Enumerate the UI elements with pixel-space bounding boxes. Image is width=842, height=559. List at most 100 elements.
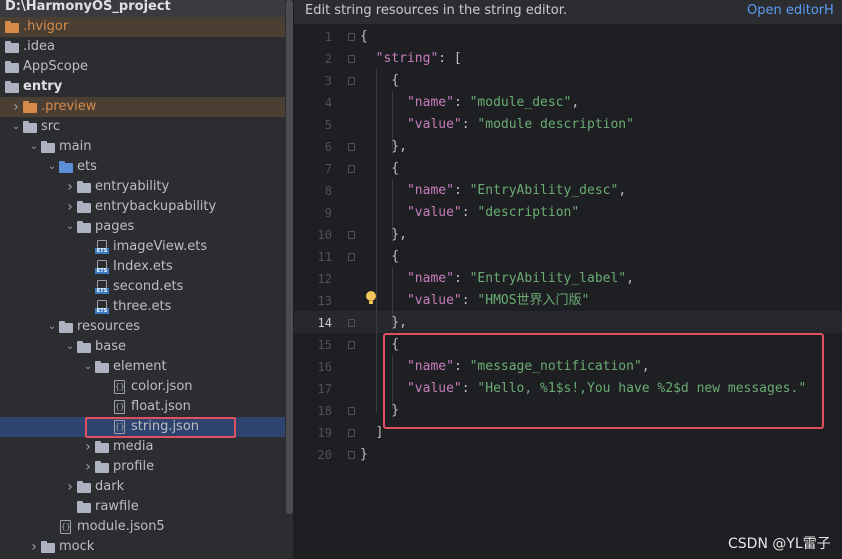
fold-marker-icon[interactable] — [348, 407, 355, 415]
tree-item[interactable]: three.ets — [0, 297, 285, 317]
chevron-down-icon[interactable]: ⌄ — [11, 117, 21, 137]
chevron-down-icon[interactable]: ⌄ — [29, 137, 39, 157]
code-line[interactable]: "value": "HMOS世界入门版" — [360, 290, 589, 312]
chevron-right-icon[interactable]: › — [65, 197, 75, 217]
tree-item[interactable]: rawfile — [0, 497, 285, 517]
tree-item[interactable]: ⌄ src — [0, 117, 285, 137]
code-line[interactable]: "name": "EntryAbility_desc", — [360, 180, 626, 202]
json-string: "description" — [477, 205, 580, 220]
banner-message: Edit string resources in the string edit… — [305, 3, 567, 18]
chevron-right-icon[interactable]: › — [83, 457, 93, 477]
tree-item-label: ets — [77, 159, 97, 174]
json-punct — [360, 271, 407, 286]
tree-item[interactable]: second.ets — [0, 277, 285, 297]
fold-marker-icon[interactable] — [348, 253, 355, 261]
folder-icon — [95, 441, 109, 453]
code-line[interactable]: "value": "description" — [360, 202, 579, 224]
tree-item[interactable]: › profile — [0, 457, 285, 477]
json-file-icon — [59, 520, 71, 534]
code-line[interactable]: "value": "module description" — [360, 114, 634, 136]
json-key: "value" — [406, 117, 462, 132]
code-line[interactable]: "name": "EntryAbility_label", — [360, 268, 634, 290]
chevron-down-icon[interactable]: ⌄ — [47, 157, 57, 177]
line-number: 16 — [317, 360, 332, 374]
tree-item[interactable]: ⌄ element — [0, 357, 285, 377]
tree-item-label: entrybackupability — [95, 199, 217, 214]
fold-marker-icon[interactable] — [348, 231, 355, 239]
tree-item-label: mock — [59, 539, 95, 554]
line-number: 2 — [324, 52, 332, 66]
tree-item-label: module.json5 — [77, 519, 165, 534]
code-line[interactable]: "string": [ — [360, 48, 462, 70]
tree-item[interactable]: ⌄ pages — [0, 217, 285, 237]
code-line[interactable]: { — [360, 26, 368, 48]
open-editor-link[interactable]: Open editor — [747, 3, 824, 18]
folder-icon — [59, 321, 73, 333]
fold-marker-icon[interactable] — [348, 77, 355, 85]
project-tree-scrollbar-thumb[interactable] — [286, 0, 293, 514]
tree-item[interactable]: › dark — [0, 477, 285, 497]
folder-icon — [23, 121, 37, 133]
tree-item[interactable]: ⌄ ets — [0, 157, 285, 177]
json-punct: , — [571, 95, 580, 110]
chevron-right-icon[interactable]: › — [29, 537, 39, 557]
code-line[interactable]: { — [360, 158, 399, 180]
tree-item-label: float.json — [131, 399, 191, 414]
tree-item[interactable]: Index.ets — [0, 257, 285, 277]
tree-item[interactable]: entry — [0, 77, 285, 97]
chevron-right-icon[interactable]: › — [65, 177, 75, 197]
tree-item[interactable]: ⌄ base — [0, 337, 285, 357]
tree-item[interactable]: imageView.ets — [0, 237, 285, 257]
line-number: 13 — [317, 294, 332, 308]
folder-icon — [41, 141, 55, 153]
chevron-down-icon[interactable]: ⌄ — [65, 337, 75, 357]
json-punct: ] — [360, 425, 384, 440]
fold-marker-icon[interactable] — [348, 341, 355, 349]
json-string: "EntryAbility_label" — [469, 271, 627, 286]
tree-item[interactable]: › .preview — [0, 97, 285, 117]
code-line[interactable]: { — [360, 246, 399, 268]
chevron-down-icon[interactable]: ⌄ — [47, 317, 57, 337]
chevron-down-icon[interactable]: ⌄ — [83, 357, 93, 377]
code-editor[interactable]: 1 {2 "string": [3 {4 "name": "module_desc… — [294, 25, 842, 559]
fold-marker-icon[interactable] — [348, 429, 355, 437]
chevron-down-icon[interactable]: ⌄ — [65, 217, 75, 237]
fold-marker-icon[interactable] — [348, 319, 355, 327]
tree-item-label: imageView.ets — [113, 239, 208, 254]
json-punct: : — [461, 117, 478, 132]
code-line[interactable]: } — [360, 444, 368, 466]
tree-item[interactable]: module.json5 — [0, 517, 285, 537]
tree-item[interactable]: AppScope — [0, 57, 285, 77]
code-line[interactable]: ] — [360, 422, 384, 444]
line-number: 20 — [317, 448, 332, 462]
code-line[interactable]: }, — [360, 312, 407, 334]
tree-item[interactable]: › media — [0, 437, 285, 457]
fold-marker-icon[interactable] — [348, 143, 355, 151]
tree-item[interactable]: D:\HarmonyOS_project — [0, 0, 285, 17]
tree-item[interactable]: ⌄ main — [0, 137, 285, 157]
tree-item[interactable]: .idea — [0, 37, 285, 57]
tree-item[interactable]: › mock — [0, 537, 285, 557]
tree-item[interactable]: ⌄ resources — [0, 317, 285, 337]
line-number: 12 — [317, 272, 332, 286]
tree-item[interactable]: › entrybackupability — [0, 197, 285, 217]
tree-item[interactable]: color.json — [0, 377, 285, 397]
chevron-right-icon[interactable]: › — [65, 477, 75, 497]
fold-marker-icon[interactable] — [348, 55, 355, 63]
fold-marker-icon[interactable] — [348, 165, 355, 173]
tree-item[interactable]: float.json — [0, 397, 285, 417]
line-number: 9 — [324, 206, 332, 220]
fold-marker-icon[interactable] — [348, 451, 355, 459]
chevron-right-icon[interactable]: › — [11, 97, 21, 117]
lightbulb-icon[interactable] — [366, 291, 376, 305]
code-line[interactable]: }, — [360, 224, 407, 246]
code-line[interactable]: "name": "module_desc", — [360, 92, 579, 114]
tree-item[interactable]: .hvigor — [0, 17, 285, 37]
fold-marker-icon[interactable] — [348, 33, 355, 41]
folder-icon — [59, 161, 73, 173]
chevron-right-icon[interactable]: › — [83, 437, 93, 457]
code-line[interactable]: { — [360, 70, 399, 92]
tree-item[interactable]: › entryability — [0, 177, 285, 197]
hide-banner-link[interactable]: H — [824, 3, 834, 18]
code-line[interactable]: }, — [360, 136, 407, 158]
